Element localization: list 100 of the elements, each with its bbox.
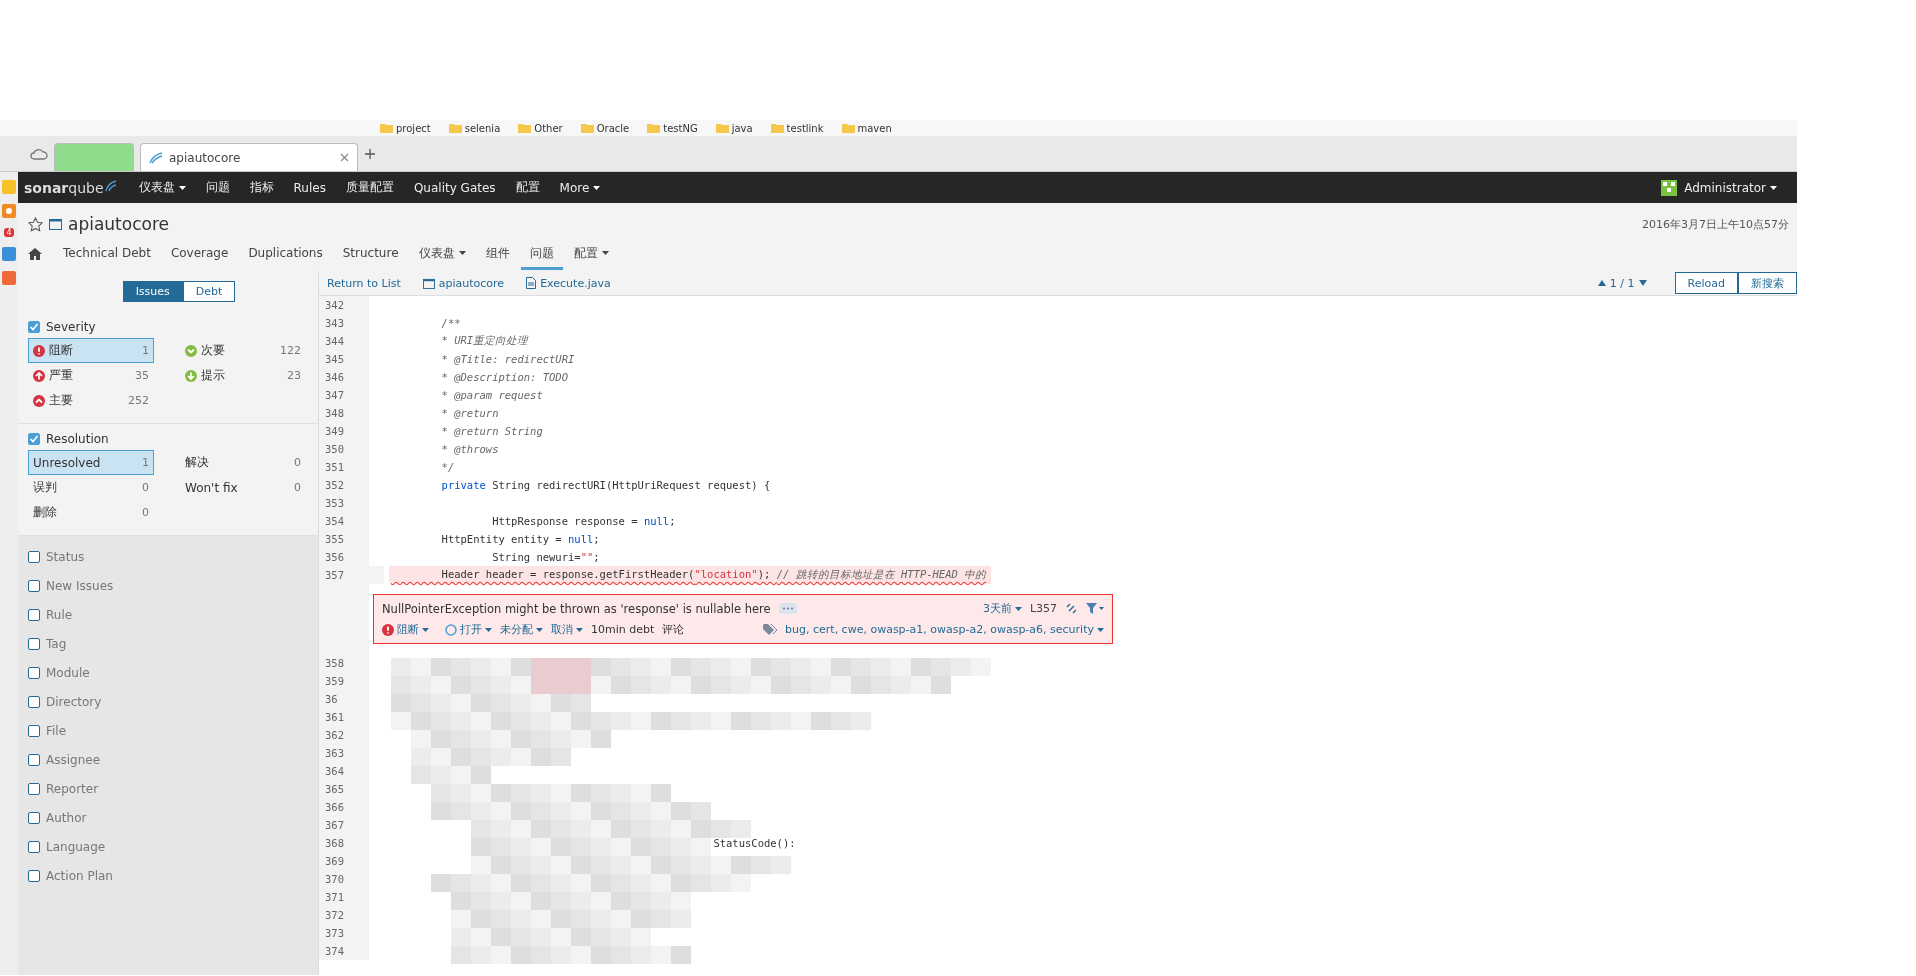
severity-icon bbox=[185, 369, 197, 382]
project-icon bbox=[49, 218, 62, 230]
facet-title[interactable]: Status bbox=[46, 549, 85, 564]
facet-title[interactable]: File bbox=[46, 723, 67, 738]
browser-tab[interactable]: apiautocore bbox=[140, 143, 358, 171]
project-tab[interactable]: 仪表盘 bbox=[409, 238, 475, 270]
facet-title[interactable]: Action Plan bbox=[46, 868, 113, 883]
line-number: 374 bbox=[319, 942, 369, 960]
project-tab[interactable]: Structure bbox=[333, 240, 408, 268]
status-dropdown[interactable]: 打开 bbox=[445, 622, 492, 637]
facet-option[interactable]: Unresolved 1 bbox=[28, 450, 154, 475]
checkbox[interactable] bbox=[28, 579, 40, 592]
more-icon[interactable] bbox=[778, 603, 797, 614]
facet-title[interactable]: Severity bbox=[46, 320, 96, 334]
checkbox[interactable] bbox=[28, 782, 40, 795]
project-tab[interactable]: 组件 bbox=[476, 238, 519, 270]
facet-title[interactable]: New Issues bbox=[46, 578, 114, 593]
folder-icon bbox=[518, 123, 532, 133]
toolbar-button[interactable]: 新搜索 bbox=[1738, 272, 1797, 294]
facet-option[interactable]: 删除 0 bbox=[28, 500, 154, 525]
breadcrumb-link[interactable]: Execute.java bbox=[540, 276, 611, 290]
line-number: 367 bbox=[319, 816, 369, 834]
home-icon[interactable] bbox=[28, 248, 42, 260]
code-line: StatusCode(): bbox=[712, 837, 796, 849]
checkbox[interactable] bbox=[28, 695, 40, 708]
bookmark-link[interactable]: Oracle bbox=[596, 122, 630, 134]
checkbox[interactable] bbox=[28, 869, 40, 882]
nav-link[interactable]: More bbox=[549, 180, 611, 195]
facet-option[interactable]: Won't fix 0 bbox=[180, 475, 306, 500]
bookmark-link[interactable]: testlink bbox=[786, 122, 824, 134]
nav-link[interactable]: 配置 bbox=[505, 179, 550, 196]
checkbox[interactable] bbox=[28, 321, 40, 333]
assignee-dropdown[interactable]: 未分配 bbox=[500, 622, 543, 637]
facet-option[interactable]: 解决 0 bbox=[180, 450, 306, 475]
filter-icon[interactable] bbox=[1086, 603, 1104, 614]
facet-option[interactable]: 严重 35 bbox=[28, 363, 154, 388]
facet-title[interactable]: Module bbox=[46, 665, 90, 680]
nav-link[interactable]: 指标 bbox=[239, 179, 284, 196]
checkbox[interactable] bbox=[28, 724, 40, 737]
facet-title[interactable]: Rule bbox=[46, 607, 73, 622]
facet-option[interactable]: 次要 122 bbox=[180, 338, 306, 363]
facet-title[interactable]: Reporter bbox=[46, 781, 99, 796]
checkbox[interactable] bbox=[28, 433, 40, 445]
nav-link[interactable]: Rules bbox=[283, 180, 336, 195]
bookmark-link[interactable]: selenia bbox=[464, 122, 501, 134]
folder-icon bbox=[770, 123, 784, 133]
facet-title[interactable]: Assignee bbox=[46, 752, 101, 767]
facet-title[interactable]: Directory bbox=[46, 694, 102, 709]
project-tab[interactable]: Coverage bbox=[161, 240, 238, 268]
checkbox[interactable] bbox=[28, 840, 40, 853]
checkbox[interactable] bbox=[28, 608, 40, 621]
nav-link[interactable]: 质量配置 bbox=[335, 179, 404, 196]
checkbox[interactable] bbox=[28, 637, 40, 650]
issue-age-dropdown[interactable]: 3天前 bbox=[982, 601, 1022, 616]
user-menu[interactable]: Administrator bbox=[1651, 179, 1787, 196]
checkbox[interactable] bbox=[28, 811, 40, 824]
line-number: 361 bbox=[319, 708, 369, 726]
sonarqube-logo[interactable]: sonarqube bbox=[24, 179, 117, 196]
facet-title[interactable]: Language bbox=[46, 839, 106, 854]
bookmark-link[interactable]: maven bbox=[857, 122, 892, 134]
nav-link[interactable]: Quality Gates bbox=[403, 180, 506, 195]
new-tab-icon[interactable] bbox=[364, 147, 376, 160]
breadcrumb-link[interactable]: apiautocore bbox=[438, 276, 505, 290]
line-number: 373 bbox=[319, 924, 369, 942]
code-line: * @Title: redirectURI bbox=[440, 353, 575, 365]
line-number: 369 bbox=[319, 852, 369, 870]
back-link[interactable]: Return to List bbox=[327, 276, 401, 290]
facet-option[interactable]: 误判 0 bbox=[28, 475, 154, 500]
project-tab[interactable]: Duplications bbox=[239, 240, 332, 268]
facet-title[interactable]: Author bbox=[46, 810, 87, 825]
facet-option[interactable]: 阻断 1 bbox=[28, 338, 154, 363]
action-plan-dropdown[interactable]: 取消 bbox=[551, 622, 583, 637]
bookmark-link[interactable]: testNG bbox=[663, 122, 698, 134]
next-arrow-icon[interactable] bbox=[1638, 280, 1647, 286]
project-tab[interactable]: 配置 bbox=[564, 238, 618, 270]
checkbox[interactable] bbox=[28, 753, 40, 766]
bookmark-link[interactable]: project bbox=[396, 122, 431, 134]
toolbar-button[interactable]: Reload bbox=[1674, 272, 1738, 294]
checkbox[interactable] bbox=[28, 666, 40, 679]
view-toggle[interactable]: Debt bbox=[182, 281, 236, 302]
facet-title[interactable]: Resolution bbox=[46, 432, 109, 446]
nav-link[interactable]: 仪表盘 bbox=[128, 179, 196, 196]
line-number: 363 bbox=[319, 744, 369, 762]
bookmark-link[interactable]: java bbox=[731, 122, 753, 134]
facet-option[interactable]: 提示 23 bbox=[180, 363, 306, 388]
facet-title[interactable]: Tag bbox=[46, 636, 67, 651]
nav-link[interactable]: 问题 bbox=[195, 179, 240, 196]
project-tab[interactable]: Technical Debt bbox=[54, 240, 160, 268]
view-toggle[interactable]: Issues bbox=[122, 281, 183, 302]
cloud-icon[interactable] bbox=[30, 146, 48, 161]
checkbox[interactable] bbox=[28, 550, 40, 563]
comment-link[interactable]: 评论 bbox=[662, 622, 685, 637]
previous-arrow-icon[interactable] bbox=[1597, 280, 1606, 286]
bookmark-link[interactable]: Other bbox=[534, 122, 563, 134]
close-icon[interactable] bbox=[340, 153, 349, 162]
project-title: apiautocore bbox=[68, 214, 169, 234]
severity-dropdown[interactable]: 阻断 bbox=[382, 622, 429, 637]
star-icon[interactable] bbox=[28, 216, 43, 232]
tags-dropdown[interactable]: bug, cert, cwe, owasp-a1, owasp-a2, owasp-a6, security bbox=[785, 623, 1104, 636]
facet-option[interactable]: 主要 252 bbox=[28, 388, 154, 413]
